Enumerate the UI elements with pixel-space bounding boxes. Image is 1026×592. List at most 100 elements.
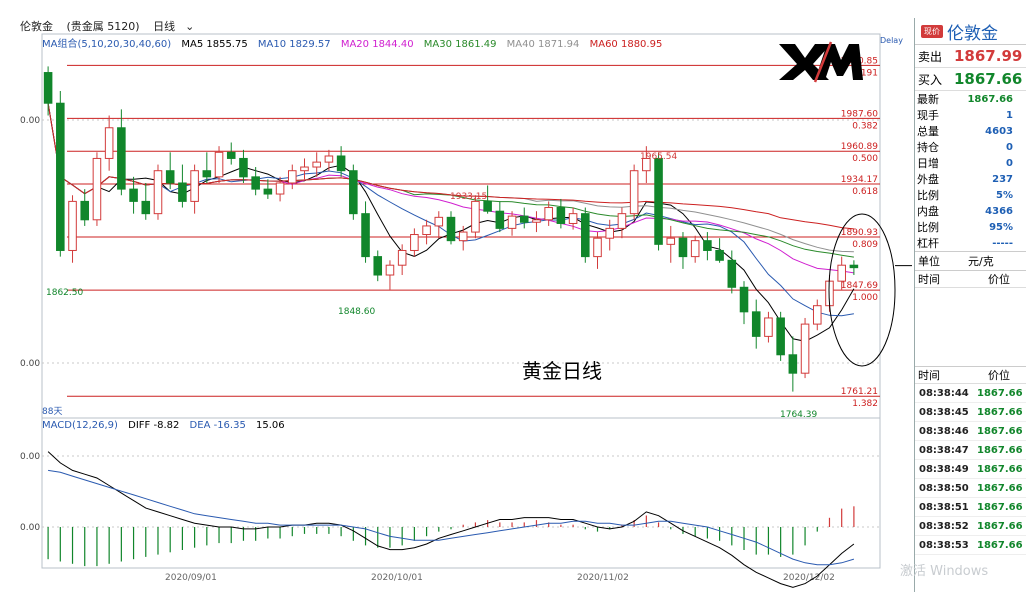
macd-axis-label: 0.00 (20, 523, 40, 533)
candle-body (581, 213, 590, 258)
tick-row: 08:38:53 1867.66 (915, 536, 1026, 555)
candle-body (483, 200, 492, 212)
tick-price: 1867.66 (977, 463, 1023, 475)
tick-row: 08:38:44 1867.66 (915, 384, 1026, 403)
candle-body (385, 264, 395, 276)
ma-legend: MA组合(5,10,20,30,40,60) MA5 1855.75 MA10 … (42, 35, 669, 50)
price-annotation: 1933.15 (450, 192, 487, 202)
fib-ratio: 0.500 (852, 154, 878, 164)
delay-label: Delay (880, 36, 903, 45)
candle-body (129, 188, 138, 202)
chart-label: 黄金日线 (522, 359, 602, 383)
tick-time: 08:38:49 (919, 463, 969, 475)
tick-row: 08:38:52 1867.66 (915, 517, 1026, 536)
sell-price: 1867.99 (954, 47, 1023, 65)
stat-row: 比例 5% (915, 187, 1026, 203)
candle-body (324, 155, 334, 163)
fib-price: 1987.60 (841, 109, 878, 119)
tick-time: 08:38:45 (919, 406, 969, 418)
price-annotation: 1965.54 (640, 152, 677, 162)
candle-body (239, 157, 248, 178)
stat-value: ----- (992, 237, 1013, 249)
candle-body (727, 259, 737, 288)
stat-row: 最新 1867.66 (915, 91, 1026, 107)
fib-price: 1960.89 (841, 142, 878, 152)
stat-row: 持仓 0 (915, 139, 1026, 155)
days-label: 88天 (42, 407, 62, 417)
candle-body (617, 213, 627, 229)
stat-label: 总量 (917, 125, 939, 138)
tick-price: 1867.66 (977, 501, 1023, 513)
ma-group-label: MA组合(5,10,20,30,40,60) (42, 39, 172, 50)
stat-label: 外盘 (917, 173, 939, 186)
macd-dea-line (48, 469, 855, 566)
candle-body (532, 219, 541, 223)
candle-body (349, 170, 358, 215)
stat-value: 1 (1006, 109, 1013, 121)
sell-row[interactable]: 卖出 1867.99 (915, 45, 1026, 68)
candle-body (165, 170, 175, 184)
ma20-label: MA20 1844.40 (340, 39, 414, 50)
candle-body (336, 155, 346, 172)
stat-value: 5% (996, 189, 1013, 201)
buy-price: 1867.66 (954, 70, 1023, 88)
tick-row: 08:38:50 1867.66 (915, 479, 1026, 498)
candle-body (776, 317, 785, 356)
candle-body (300, 166, 309, 172)
tick-price: 1867.66 (977, 520, 1023, 532)
ma60-label: MA60 1880.95 (589, 39, 663, 50)
candle-body (153, 170, 163, 215)
tick-time: 08:38:46 (919, 425, 969, 437)
chart-canvas[interactable]: 0.00 0.00 0.00 0.00 2020/09/01 2020/10/01 2020… (0, 0, 914, 592)
date-label: 2020/09/01 (165, 573, 217, 583)
macd-dea: DEA -16.35 (189, 420, 246, 431)
candle-body (373, 256, 383, 276)
candle-body (117, 127, 126, 190)
fib-ratio: 0.382 (852, 121, 878, 131)
tick-price: 1867.66 (977, 539, 1023, 551)
panel-title: 现价 伦敦金 (915, 18, 1026, 45)
windows-watermark: 激活 Windows (900, 564, 989, 579)
tick-time: 08:38:50 (919, 482, 969, 494)
tick-time: 08:38:44 (919, 387, 969, 399)
candle-body (446, 216, 456, 242)
macd-diff: DIFF -8.82 (128, 420, 180, 431)
tick-row: 08:38:45 1867.66 (915, 403, 1026, 422)
candle-body (190, 170, 199, 202)
stat-row: 杠杆 ----- (915, 235, 1026, 251)
candle-body (764, 317, 773, 337)
candle-body (654, 157, 663, 245)
candle-body (568, 213, 578, 224)
ticks-header-row: 时间 价位 (915, 366, 1026, 384)
quote-panel: 现价 伦敦金 卖出 1867.99 买入 1867.66 最新 1867.66 现手… (914, 18, 1026, 592)
price-annotation: 1764.39 (780, 410, 817, 420)
candle-body (678, 237, 688, 258)
unit-label: 单位 (918, 255, 940, 268)
candle-body (739, 286, 749, 313)
minute-blank-area (915, 288, 1026, 366)
minute-time-header: 时间 (918, 273, 940, 286)
candle-body (56, 102, 65, 251)
stat-value: 95% (989, 221, 1013, 233)
stat-label: 持仓 (917, 141, 939, 154)
candle-body (495, 210, 505, 229)
candle-body (471, 200, 480, 233)
ma5-label: MA5 1855.75 (181, 39, 248, 50)
fib-price: 1890.93 (841, 228, 878, 238)
xm-logo (779, 41, 863, 83)
candle-body (104, 127, 114, 159)
macd-name: MACD(12,26,9) (42, 420, 118, 431)
ticks-list: 08:38:44 1867.66 08:38:45 1867.66 08:38:46 18… (915, 384, 1026, 555)
candle-body (458, 231, 468, 242)
candle-body (226, 151, 236, 159)
buy-row[interactable]: 买入 1867.66 (915, 68, 1026, 91)
candle-body (556, 207, 566, 224)
candle-body (178, 182, 187, 202)
candle-body (202, 170, 212, 178)
fib-price: 1847.69 (841, 281, 878, 291)
ma10-label: MA10 1829.57 (257, 39, 331, 50)
stat-row: 外盘 237 (915, 171, 1026, 187)
candle-body (68, 200, 77, 251)
candle-body (80, 200, 90, 221)
candle-body (605, 227, 615, 239)
